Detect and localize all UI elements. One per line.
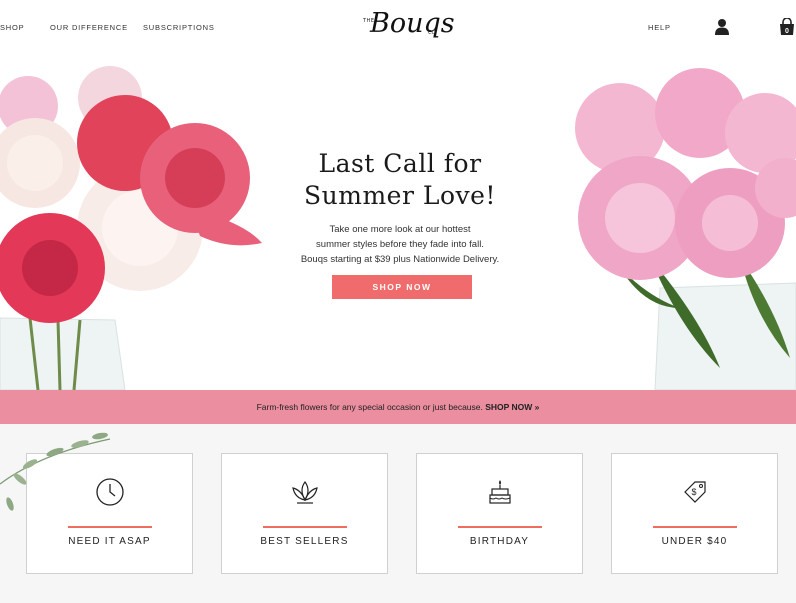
cart-count: 0	[785, 28, 789, 35]
peony-bouquet-right-image	[575, 68, 796, 390]
shopping-bag-icon[interactable]: 0	[779, 18, 795, 36]
category-card-best-sellers[interactable]: BEST SELLERS	[221, 453, 388, 574]
hero-title-line1: Last Call for	[318, 149, 482, 178]
promo-text: Farm-fresh flowers for any special occas…	[256, 402, 483, 412]
category-card-under-40[interactable]: $ UNDER $40	[611, 453, 778, 574]
nav-item-subscriptions[interactable]: SUBSCRIPTIONS	[143, 23, 215, 32]
greenery-sprig-decoration	[0, 432, 111, 511]
site-header: SHOP OUR DIFFERENCE SUBSCRIPTIONS THE Bo…	[0, 0, 796, 58]
category-label: BIRTHDAY	[469, 536, 530, 547]
peony-bouquet-left-image	[0, 66, 262, 390]
promo-shop-now-link[interactable]: SHOP NOW »	[485, 402, 539, 412]
logo[interactable]: THE Bouqs CO.	[360, 6, 455, 50]
hero-copy-line2: summer styles before they fade into fall…	[316, 239, 484, 250]
price-tag-icon: $	[684, 481, 706, 503]
hero-copy-line3: Bouqs starting at $39 plus Nationwide De…	[300, 254, 500, 265]
lotus-icon	[292, 480, 318, 504]
hero-title: Last Call for Summer Love!	[270, 148, 530, 212]
promo-bar: Farm-fresh flowers for any special occas…	[0, 390, 796, 424]
svg-text:$: $	[691, 487, 696, 497]
category-card-birthday[interactable]: BIRTHDAY	[416, 453, 583, 574]
category-label: BEST SELLERS	[260, 536, 349, 547]
hero-title-line2: Summer Love!	[304, 181, 496, 210]
category-label: UNDER $40	[661, 536, 728, 547]
accent-line	[458, 526, 542, 528]
shop-now-button[interactable]: SHOP NOW	[332, 275, 472, 299]
user-icon[interactable]	[714, 18, 730, 36]
cake-icon	[489, 480, 511, 504]
category-label: NEED IT ASAP	[68, 536, 151, 547]
nav-item-shop[interactable]: SHOP	[0, 23, 24, 32]
help-link[interactable]: HELP	[648, 23, 671, 32]
logo-suffix: CO.	[428, 30, 437, 36]
logo-name: Bouqs	[370, 8, 455, 39]
hero-copy-line1: Take one more look at our hottest	[329, 224, 471, 235]
hero-banner: Last Call for Summer Love! Take one more…	[0, 58, 796, 390]
nav-item-our-difference[interactable]: OUR DIFFERENCE	[50, 23, 128, 32]
accent-line	[263, 526, 347, 528]
accent-line	[653, 526, 737, 528]
hero-description: Take one more look at our hottest summer…	[270, 222, 530, 267]
